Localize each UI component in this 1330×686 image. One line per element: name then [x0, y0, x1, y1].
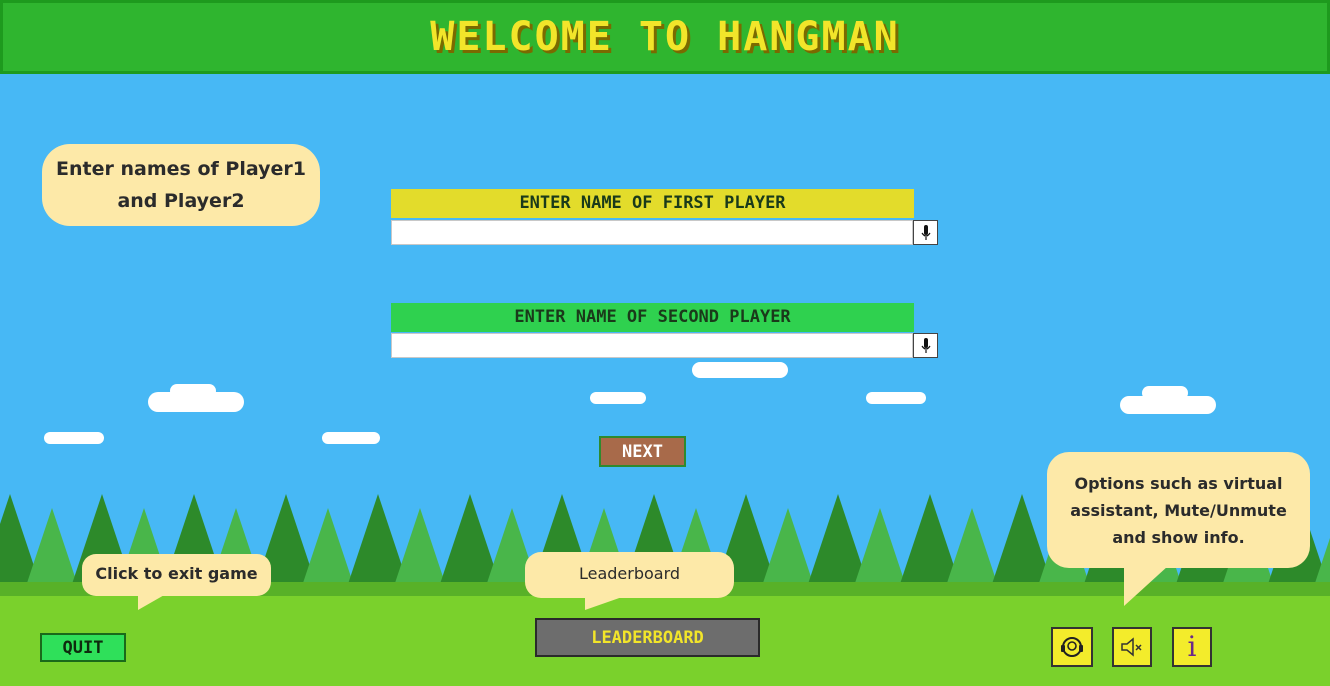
cloud	[866, 392, 926, 404]
game-title: WELCOME TO HANGMAN	[430, 14, 900, 60]
first-player-label: ENTER NAME OF FIRST PLAYER	[391, 189, 914, 218]
names-tip-text: Enter names of Player1 and Player2	[56, 158, 306, 212]
second-player-mic-button[interactable]	[913, 333, 938, 358]
tree	[394, 508, 446, 586]
tree	[1314, 508, 1330, 586]
next-button[interactable]: NEXT	[599, 436, 686, 467]
tree	[854, 508, 906, 586]
cloud	[692, 362, 788, 378]
leaderboard-tip-bubble: Leaderboard	[525, 552, 734, 598]
quit-tip-bubble: Click to exit game	[82, 554, 271, 596]
quit-tip-text: Click to exit game	[95, 564, 258, 583]
info-icon: i	[1187, 630, 1197, 663]
cloud	[322, 432, 380, 444]
leaderboard-tip-tail	[585, 596, 625, 610]
options-tip-text: Options such as virtual assistant, Mute/…	[1070, 474, 1287, 547]
assistant-button[interactable]	[1051, 627, 1093, 667]
mute-icon	[1121, 637, 1142, 657]
cloud	[1142, 386, 1188, 400]
names-tip-bubble: Enter names of Player1 and Player2	[42, 144, 320, 226]
quit-button[interactable]: QUIT	[40, 633, 126, 662]
first-player-mic-button[interactable]	[913, 220, 938, 245]
leaderboard-button[interactable]: LEADERBOARD	[535, 618, 760, 657]
cloud	[44, 432, 104, 444]
options-tip-bubble: Options such as virtual assistant, Mute/…	[1047, 452, 1310, 568]
tree	[946, 508, 998, 586]
assistant-icon	[1061, 637, 1083, 657]
mic-icon	[921, 337, 930, 353]
cloud	[170, 384, 216, 398]
second-player-label: ENTER NAME OF SECOND PLAYER	[391, 303, 914, 332]
tree	[302, 508, 354, 586]
mute-button[interactable]	[1112, 627, 1152, 667]
leaderboard-tip-text: Leaderboard	[578, 564, 681, 583]
second-player-input[interactable]	[391, 333, 913, 358]
quit-tip-tail	[138, 594, 166, 610]
cloud	[590, 392, 646, 404]
info-button[interactable]: i	[1172, 627, 1212, 667]
options-tip-tail	[1124, 566, 1168, 606]
tree	[762, 508, 814, 586]
tree	[26, 508, 78, 586]
first-player-input[interactable]	[391, 220, 913, 245]
mic-icon	[921, 224, 930, 240]
